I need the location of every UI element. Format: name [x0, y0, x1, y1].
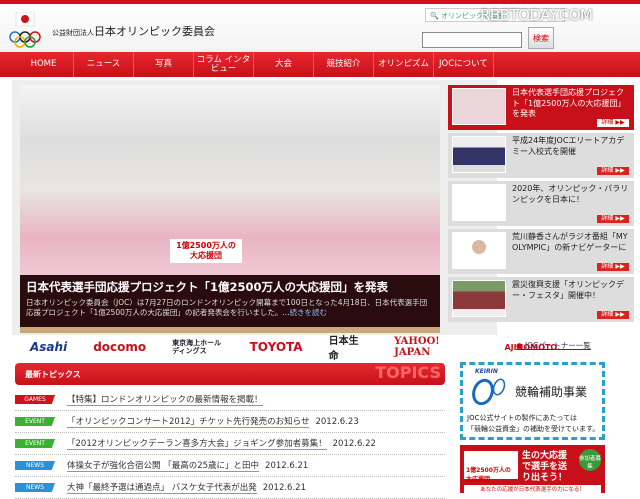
topic-date: 2012.6.21 — [262, 482, 306, 493]
topic-row: EVENT 「オリンピックコンサート2012」チケット先行発売のお知らせ 2012.… — [15, 411, 445, 433]
side-item-text: 震災復興支援「オリンピックデー・フェスタ」開催中！ — [512, 280, 624, 300]
topics-watermark: TOPICS — [375, 363, 441, 382]
details-button[interactable]: 詳細 ▶▶ — [597, 215, 629, 223]
topic-link[interactable]: 「オリンピックコンサート2012」チケット先行発売のお知らせ — [67, 415, 310, 428]
hero-text: 日本オリンピック委員会（JOC）は7月27日のロンドンオリンピック開幕まで100… — [26, 298, 428, 317]
participant-badge: 参加者募集 — [579, 449, 601, 471]
watermark: RBBTODAY.COM — [480, 6, 593, 24]
nav-column[interactable]: コラム インタビュー — [194, 52, 254, 77]
side-item-text: 荒川静香さんがラジオ番組「MY OLYMPIC」の新ナビゲーターに — [512, 232, 628, 252]
category-badge: EVENT — [15, 417, 55, 426]
topic-link[interactable]: 大神「最終予選は通過点」 バスケ女子代表が出発 — [67, 481, 257, 494]
topics-header: 最新トピックス TOPICS — [15, 363, 445, 385]
support-headline: 生の大応援で選手を送り出そう！ — [522, 451, 568, 483]
topic-row: EVENT 「2012オリンピックデーラン喜多方大会」ジョギング参加者募集！ 201… — [15, 433, 445, 455]
thumbnail — [452, 88, 506, 125]
hero-image[interactable]: 1億2500万人の 大応援団 — [20, 85, 440, 275]
thumbnail — [452, 136, 506, 173]
topic-row: GAMES 【特集】ロンドンオリンピックの最新情報を掲載！ — [15, 389, 445, 411]
category-badge: NEWS — [15, 483, 55, 492]
logo-toyota[interactable]: TOYOTA — [250, 340, 303, 354]
side-item-text: 平成24年度JOCエリートアカデミー入校式を開催 — [512, 136, 625, 156]
logo-yahoo[interactable]: YAHOO! JAPAN — [394, 336, 478, 358]
nav-games[interactable]: 大会 — [254, 52, 314, 77]
topic-link[interactable]: 「2012オリンピックデーラン喜多方大会」ジョギング参加者募集！ — [67, 437, 327, 450]
hero-bottom-strip — [20, 327, 440, 333]
thumbnail — [452, 184, 506, 221]
org-name: 公益財団法人日本オリンピック委員会 — [52, 23, 215, 39]
support-banner[interactable]: 1億2500万人の大応援団 生の大応援で選手を送り出そう！ 参加者募集 あなたの… — [460, 445, 605, 493]
logo-asahi[interactable]: Asahi — [30, 340, 67, 354]
details-button[interactable]: 詳細 ▶▶ — [597, 263, 629, 271]
topic-date: 2012.6.22 — [332, 438, 376, 449]
keirin-title: 競輪補助事業 — [515, 385, 588, 399]
nav-home[interactable]: HOME — [14, 52, 74, 77]
hero-body: 日本オリンピック委員会（JOC）は7月27日のロンドンオリンピック開幕まで100… — [26, 298, 434, 318]
details-button[interactable]: 詳細 ▶▶ — [597, 119, 629, 127]
support-footer: あなたの応援が日本代表選手の力になる！ — [464, 485, 601, 493]
nav-olympism[interactable]: オリンピズム — [374, 52, 434, 77]
main-nav: HOME ニュース 写真 コラム インタビュー 大会 競技紹介 オリンピズム J… — [0, 52, 640, 77]
topic-row: NEWS 体操女子が強化合宿公開 「最高の25歳に」と田中 2012.6.21 — [15, 455, 445, 477]
nav-news[interactable]: ニュース — [74, 52, 134, 77]
read-more-link[interactable]: 続きを読む — [290, 308, 328, 317]
nav-about[interactable]: JOCについて — [434, 52, 494, 77]
nav-sports[interactable]: 競技紹介 — [314, 52, 374, 77]
header: 公益財団法人日本オリンピック委員会 🔍 オリンピックを知る RBBTODAY.C… — [0, 4, 640, 52]
details-button[interactable]: 詳細 ▶▶ — [597, 167, 629, 175]
keirin-logo-icon — [472, 378, 506, 405]
keirin-banner[interactable]: KEIRIN 競輪補助事業 JOC公式サイトの製作にあたっては「競輪公益資金」の… — [460, 362, 605, 440]
search-button[interactable]: 検索 — [528, 27, 554, 49]
partner-link-label: JOCパートナー一覧 — [524, 341, 591, 350]
topics-title: 最新トピックス — [25, 370, 81, 379]
side-item[interactable]: 平成24年度JOCエリートアカデミー入校式を開催詳細 ▶▶ — [448, 133, 634, 178]
hero-caption: 日本代表選手団応援プロジェクト「1億2500万人の大応援団」を発表 日本オリンピ… — [20, 275, 440, 327]
nav-photos[interactable]: 写真 — [134, 52, 194, 77]
keirin-subtext: JOC公式サイトの製作にあたっては「競輪公益資金」の補助を受けています。 — [467, 413, 599, 435]
hero-banner: 1億2500万人の 大応援団 — [170, 239, 242, 263]
side-item[interactable]: 日本代表選手団応援プロジェクト「1億2500万人の大応援団」を発表 詳細 ▶▶ — [448, 85, 634, 130]
side-item-text: 2020年、オリンピック・パラリンピックを日本に！ — [512, 184, 629, 204]
topic-link[interactable]: 体操女子が強化合宿公開 「最高の25歳に」と田中 — [67, 459, 260, 472]
details-button[interactable]: 詳細 ▶▶ — [597, 311, 629, 319]
category-badge: EVENT — [15, 439, 55, 448]
joc-logo[interactable] — [8, 12, 42, 50]
topic-date: 2012.6.23 — [315, 416, 359, 427]
partner-logos: Asahi docomo 東京海上ホールディングス TOYOTA 日本生命 YA… — [30, 336, 560, 362]
thumbnail — [452, 280, 506, 317]
hero-title[interactable]: 日本代表選手団応援プロジェクト「1億2500万人の大応援団」を発表 — [26, 279, 434, 295]
partner-list-link[interactable]: ● JOCパートナー一覧 — [516, 340, 591, 351]
keirin-line: JOC公式サイトの製作にあたっては — [467, 414, 577, 422]
logo-docomo[interactable]: docomo — [93, 340, 146, 354]
topic-link[interactable]: 【特集】ロンドンオリンピックの最新情報を掲載！ — [67, 393, 263, 406]
category-badge: NEWS — [15, 461, 55, 470]
search-input[interactable] — [422, 32, 522, 48]
thumbnail — [452, 232, 506, 269]
org-title: 日本オリンピック委員会 — [94, 25, 215, 38]
side-item[interactable]: 2020年、オリンピック・パラリンピックを日本に！ 詳細 ▶▶ — [448, 181, 634, 226]
topic-row: NEWS 大神「最終予選は通過点」 バスケ女子代表が出発 2012.6.21 — [15, 477, 445, 499]
side-item-text: 日本代表選手団応援プロジェクト「1億2500万人の大応援団」を発表 — [512, 88, 626, 118]
support-logo: 1億2500万人の大応援団 — [464, 451, 518, 483]
keirin-line: 「競輪公益資金」の補助を受けています。 — [467, 425, 600, 433]
side-item[interactable]: 荒川静香さんがラジオ番組「MY OLYMPIC」の新ナビゲーターに詳細 ▶▶ — [448, 229, 634, 274]
logo-tokio-marine[interactable]: 東京海上ホールディングス — [172, 339, 223, 355]
side-item[interactable]: 震災復興支援「オリンピックデー・フェスタ」開催中！ 詳細 ▶▶ — [448, 277, 634, 322]
bullet-icon: ● — [516, 341, 523, 350]
org-prefix: 公益財団法人 — [52, 29, 94, 37]
keirin-brand: KEIRIN — [475, 368, 498, 375]
topic-date: 2012.6.21 — [265, 460, 309, 471]
category-badge: GAMES — [15, 395, 55, 404]
logo-nissay[interactable]: 日本生命 — [329, 332, 369, 362]
